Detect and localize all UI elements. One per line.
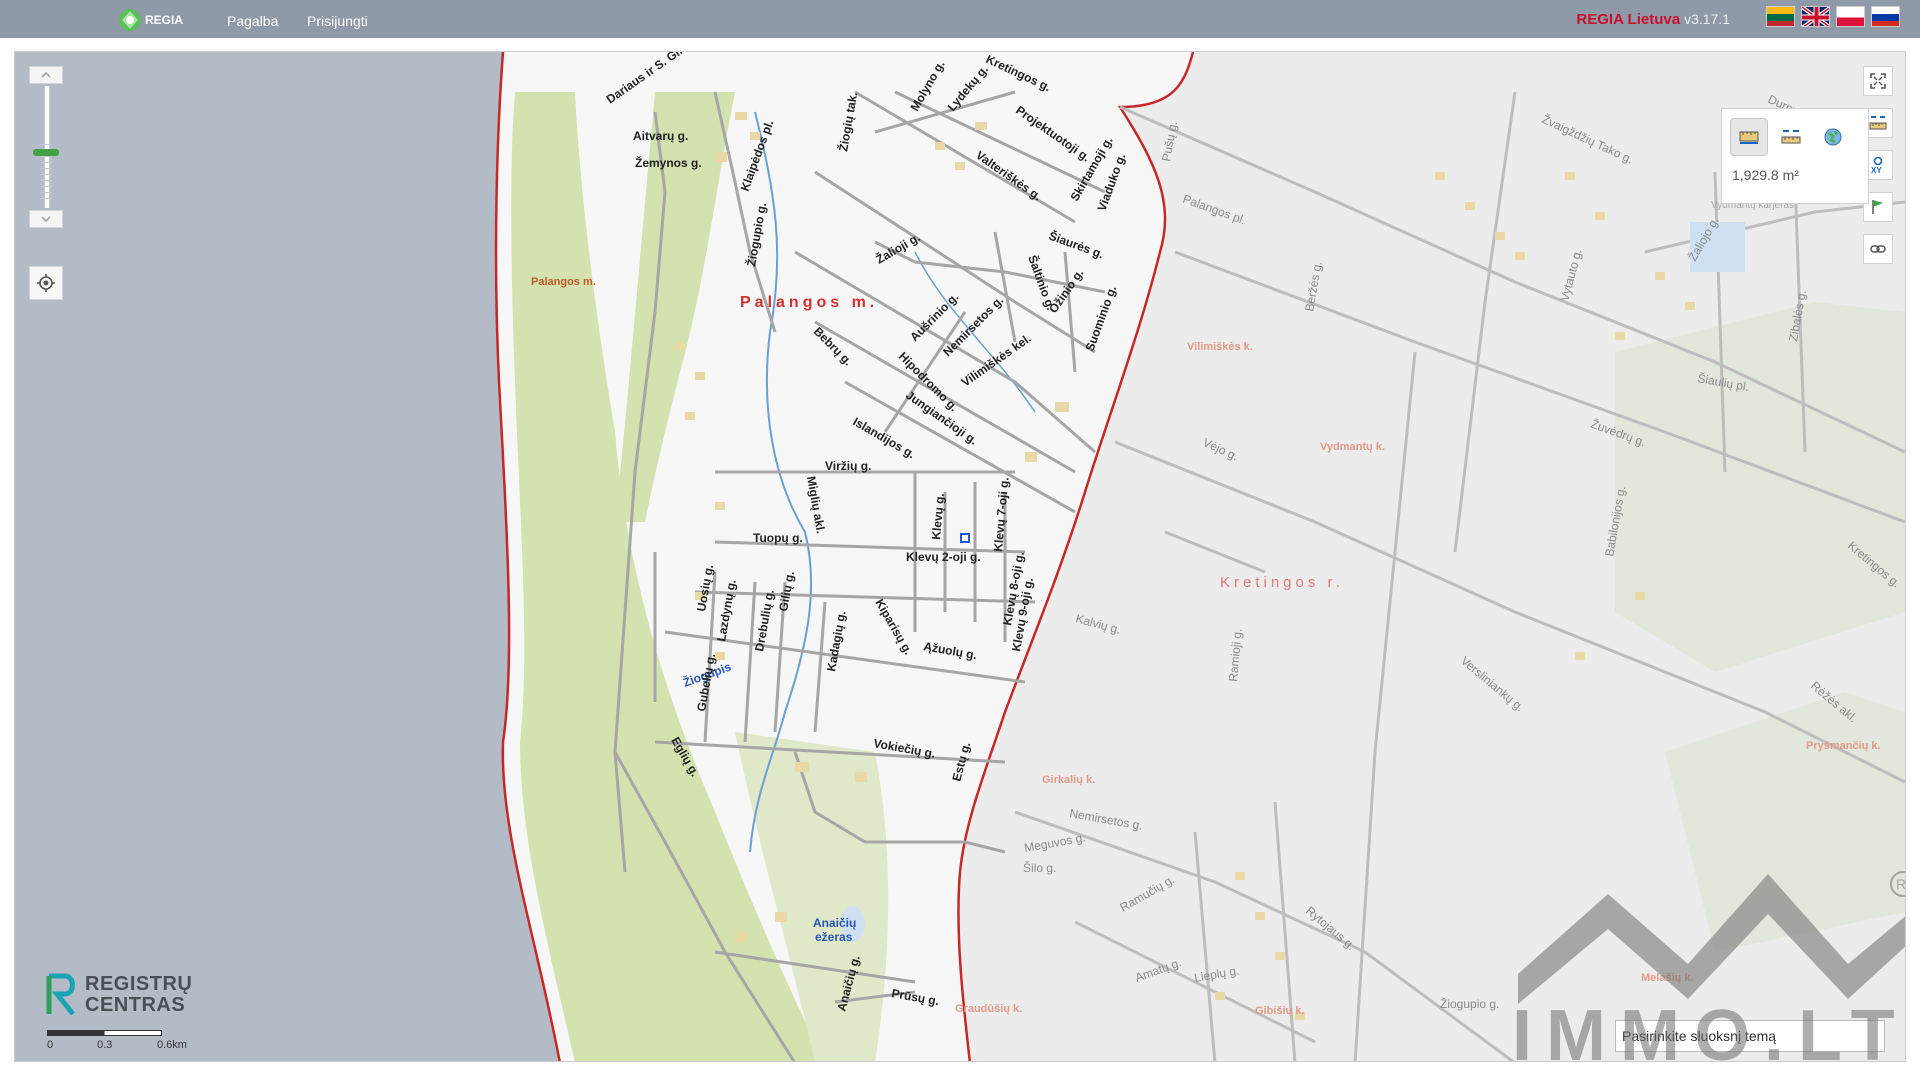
globe-button[interactable]: [1814, 118, 1852, 156]
scale-graphic: [47, 1030, 162, 1036]
regia-logo[interactable]: REGIA: [118, 7, 183, 33]
flag-icon: [1872, 200, 1883, 214]
fullscreen-button[interactable]: [1863, 66, 1893, 96]
label-anaiciu-2: ežeras: [815, 930, 853, 944]
en-flag-icon[interactable]: [1801, 6, 1830, 27]
language-flags: [1766, 6, 1900, 27]
label-grikaliai: Girkalių k.: [1042, 774, 1095, 786]
measure-icon: [1869, 116, 1887, 130]
rc-text: REGISTRŲ CENTRAS: [85, 974, 192, 1016]
distance-measure-button[interactable]: [1772, 118, 1810, 156]
brand-name: REGIA Lietuva: [1576, 11, 1681, 28]
zoom-in-button[interactable]: [29, 66, 63, 84]
label-anaiciu-1: Anaičių: [813, 916, 856, 930]
label-palanga-city: Palangos m.: [740, 294, 878, 311]
label-palanga-small: Palangos m.: [531, 276, 596, 288]
pl-flag-icon[interactable]: [1836, 6, 1865, 27]
rc-line1: REGISTRŲ: [85, 973, 193, 995]
street-label: Žemynos g.: [635, 155, 702, 170]
label-kretinga: Kretingos r.: [1220, 574, 1344, 591]
scale-bar: 0 0.3 0.6km: [47, 1030, 187, 1053]
globe-icon: [1824, 128, 1842, 146]
street-label: Klevų 2-oji g.: [906, 550, 981, 564]
zoom-out-button[interactable]: [29, 210, 63, 228]
zoom-slider[interactable]: [29, 84, 63, 210]
locate-icon: [37, 274, 55, 292]
street-label-grey: Šilo g.: [1023, 860, 1056, 875]
area-measure-icon: [1739, 131, 1759, 144]
map-canvas[interactable]: Palangos m. Palangos m. Kretingos r. Vil…: [15, 52, 1906, 1062]
login-link[interactable]: Prisijungti: [307, 13, 368, 29]
rc-line2: CENTRAS: [85, 994, 186, 1016]
fullscreen-icon: [1870, 73, 1886, 89]
layer-theme-input[interactable]: [1615, 1020, 1885, 1052]
scale-labels: 0 0.3 0.6km: [47, 1039, 187, 1053]
ru-flag-icon[interactable]: [1871, 6, 1900, 27]
label-gibisiai: Gibišių k.: [1255, 1005, 1305, 1017]
chevron-down-icon: [41, 216, 51, 223]
street-label: Viržių g.: [825, 459, 871, 473]
area-measure-button[interactable]: [1730, 118, 1768, 156]
coordinates-icon: XY: [1871, 156, 1882, 175]
zoom-handle[interactable]: [33, 149, 59, 156]
scale-label: 0.3: [97, 1039, 113, 1051]
measure-value: 1,929.8 m²: [1732, 167, 1799, 183]
measure-panel: 1,929.8 m²: [1721, 108, 1869, 204]
regia-logo-icon: [119, 9, 141, 31]
top-bar: REGIA Pagalba Prisijungti REGIA Lietuva v…: [0, 0, 1920, 38]
chevron-up-icon: [41, 71, 51, 78]
map-viewport[interactable]: Palangos m. Palangos m. Kretingos r. Vil…: [14, 51, 1906, 1062]
selected-parcel-marker[interactable]: [960, 533, 970, 543]
street-label: Aitvarų g.: [633, 129, 688, 143]
distance-measure-icon: [1781, 130, 1801, 144]
link-icon: [1870, 245, 1886, 253]
field-east: [1615, 302, 1905, 672]
zoom-control: [29, 66, 63, 228]
svg-text:XY: XY: [1871, 166, 1882, 175]
sea: [15, 52, 560, 1061]
street-label: Tuopų g.: [753, 531, 803, 545]
locate-button[interactable]: [29, 266, 63, 300]
scale-label: 0: [47, 1039, 54, 1051]
link-button[interactable]: [1863, 234, 1893, 264]
version-label: v3.17.1: [1684, 11, 1730, 27]
label-prysmanciai: Pryšmančių k.: [1806, 740, 1881, 752]
help-link[interactable]: Pagalba: [227, 13, 278, 29]
measure-tools: [1730, 118, 1852, 156]
registru-centras-logo: REGISTRŲ CENTRAS: [45, 972, 192, 1018]
label-vydmantai: Vydmantų k.: [1320, 441, 1385, 453]
rc-logo-icon: [46, 973, 75, 1016]
label-graudusiai: Graudūšių k.: [955, 1003, 1022, 1015]
brand-title: REGIA Lietuva v3.17.1: [1576, 11, 1730, 28]
label-melasiai: Melašių k.: [1641, 972, 1694, 984]
scale-label: 0.6km: [157, 1039, 187, 1051]
lt-flag-icon[interactable]: [1766, 6, 1795, 27]
logo-text: REGIA: [145, 13, 184, 27]
label-vilimiskes: Vilimiškės k.: [1187, 341, 1253, 353]
street-label-grey: Žiogupio g.: [1440, 996, 1499, 1011]
